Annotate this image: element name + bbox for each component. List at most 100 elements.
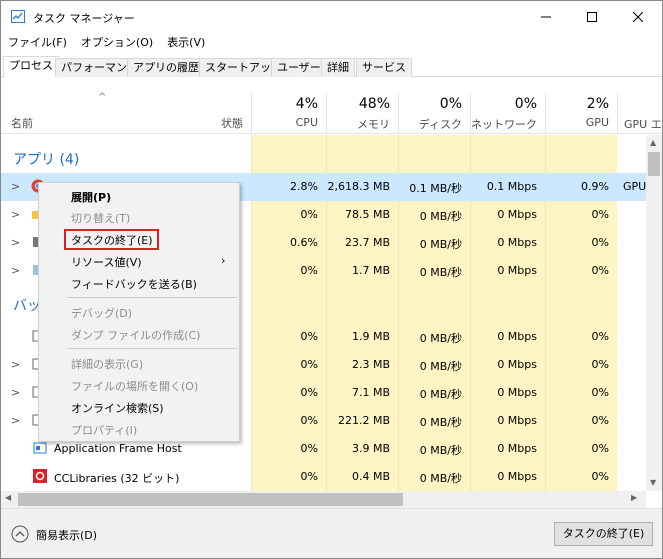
tab-app-history[interactable]: アプリの履歴 xyxy=(127,58,205,77)
menu-item-feedback[interactable]: フィードバックを送る(B) xyxy=(71,276,197,292)
scroll-down-icon[interactable]: ▼ xyxy=(650,478,656,487)
column-disk[interactable]: 0% ディスク xyxy=(398,92,470,134)
row-cpu: 0% xyxy=(300,470,318,483)
tab-strip: プロセス パフォーマンス アプリの履歴 スタートアップ ユーザー 詳細 サービス xyxy=(1,56,662,78)
minimize-button[interactable] xyxy=(523,1,569,33)
cc-libraries-icon xyxy=(33,469,47,483)
menu-item-properties: プロパティ(I) xyxy=(71,424,138,437)
menu-separator xyxy=(67,297,237,298)
close-button[interactable] xyxy=(615,1,661,33)
row-network: 0 Mbps xyxy=(497,236,537,249)
row-gpu: 0% xyxy=(591,208,609,221)
scroll-up-icon[interactable]: ▲ xyxy=(650,138,656,147)
menu-item-resource-values[interactable]: リソース値(V) xyxy=(71,254,142,270)
row-network: 0.1 Mbps xyxy=(486,180,537,193)
chevron-up-circle-icon[interactable] xyxy=(11,525,29,543)
row-network: 0 Mbps xyxy=(497,330,537,343)
app-frame-icon xyxy=(33,442,47,454)
row-memory: 78.5 MB xyxy=(344,208,390,221)
row-cpu: 0% xyxy=(300,386,318,399)
menu-item-create-dump: ダンプ ファイルの作成(C) xyxy=(71,329,201,342)
row-cpu: 0% xyxy=(300,358,318,371)
menu-file[interactable]: ファイル(F) xyxy=(1,34,74,54)
row-gpu: 0% xyxy=(591,442,609,455)
network-label: ネットワーク xyxy=(471,118,537,131)
row-cpu: 2.8% xyxy=(290,180,318,193)
row-cpu: 0% xyxy=(300,208,318,221)
network-total: 0% xyxy=(514,96,537,112)
row-memory: 2,618.3 MB xyxy=(327,180,390,193)
row-memory: 221.2 MB xyxy=(337,414,390,427)
expand-chevron-icon[interactable]: > xyxy=(11,264,20,277)
menu-item-end-task[interactable]: タスクの終了(E) xyxy=(71,232,153,248)
close-icon xyxy=(633,12,643,22)
column-gpu[interactable]: 2% GPU xyxy=(545,92,617,134)
row-gpu: 0% xyxy=(591,470,609,483)
fewer-details-link[interactable]: 簡易表示(D) xyxy=(36,527,97,543)
row-gpu: 0.9% xyxy=(581,180,609,193)
tab-processes[interactable]: プロセス xyxy=(3,56,59,78)
table-row[interactable]: CCLibraries (32 ビット) 0% 0.4 MB 0 MB/秒 0 … xyxy=(1,463,646,491)
disk-label: ディスク xyxy=(418,118,462,131)
row-network: 0 Mbps xyxy=(497,358,537,371)
gpu-label: GPU xyxy=(585,116,609,129)
menu-item-expand[interactable]: 展開(P) xyxy=(71,189,111,205)
cpu-total: 4% xyxy=(295,96,318,112)
row-gpu: 0% xyxy=(591,330,609,343)
expand-chevron-icon[interactable]: > xyxy=(11,386,20,399)
group-apps[interactable]: アプリ (4) xyxy=(13,149,79,169)
row-disk: 0 MB/秒 xyxy=(419,238,462,251)
expand-chevron-icon[interactable]: > xyxy=(11,208,20,221)
column-gpu-engine[interactable]: GPU エ xyxy=(617,92,662,134)
row-cpu: 0% xyxy=(300,264,318,277)
row-disk: 0 MB/秒 xyxy=(419,210,462,223)
group-background[interactable]: バッ xyxy=(13,295,41,315)
menu-item-search-online[interactable]: オンライン検索(S) xyxy=(71,400,164,416)
menu-view[interactable]: 表示(V) xyxy=(160,34,212,54)
menu-options[interactable]: オプション(O) xyxy=(74,34,160,54)
menu-bar: ファイル(F) オプション(O) 表示(V) xyxy=(1,34,662,54)
vertical-scrollbar[interactable]: ▲ ▼ xyxy=(646,135,662,491)
context-menu: 展開(P) 切り替え(T) タスクの終了(E) リソース値(V) › フィードバ… xyxy=(38,182,240,442)
horizontal-scroll-thumb[interactable] xyxy=(18,493,403,506)
column-header: ^ 名前 状態 4% CPU 48% メモリ 0% ディスク 0% ネットワーク… xyxy=(1,78,662,134)
row-disk: 0 MB/秒 xyxy=(419,416,462,429)
disk-total: 0% xyxy=(439,96,462,112)
row-cpu: 0% xyxy=(300,414,318,427)
tab-services[interactable]: サービス xyxy=(356,58,412,77)
column-status[interactable]: 状態 xyxy=(221,115,243,131)
menu-separator xyxy=(67,348,237,349)
tab-details[interactable]: 詳細 xyxy=(321,58,355,77)
expand-chevron-icon[interactable]: > xyxy=(11,414,20,427)
column-name[interactable]: 名前 xyxy=(11,115,33,131)
task-manager-icon xyxy=(11,10,25,23)
scroll-right-icon[interactable]: ▶ xyxy=(631,493,637,502)
horizontal-scrollbar[interactable]: ◀ ▶ xyxy=(1,491,646,508)
row-gpu-engine: GPU xyxy=(623,180,647,193)
row-gpu: 0% xyxy=(591,236,609,249)
row-network: 0 Mbps xyxy=(497,386,537,399)
vertical-scroll-thumb[interactable] xyxy=(648,152,660,176)
title-bar[interactable]: タスク マネージャー xyxy=(1,1,662,33)
end-task-button[interactable]: タスクの終了(E) xyxy=(554,522,653,546)
row-network: 0 Mbps xyxy=(497,470,537,483)
expand-chevron-icon[interactable]: > xyxy=(11,180,20,193)
maximize-button[interactable] xyxy=(569,1,615,33)
gpu-total: 2% xyxy=(586,96,609,112)
expand-chevron-icon[interactable]: > xyxy=(11,236,20,249)
row-network: 0 Mbps xyxy=(497,414,537,427)
memory-total: 48% xyxy=(358,96,390,112)
row-network: 0 Mbps xyxy=(497,264,537,277)
window-title: タスク マネージャー xyxy=(33,12,135,25)
expand-chevron-icon[interactable]: > xyxy=(11,358,20,371)
row-memory: 23.7 MB xyxy=(344,236,390,249)
cpu-label: CPU xyxy=(295,116,318,129)
menu-item-debug: デバッグ(D) xyxy=(71,307,133,320)
column-memory[interactable]: 48% メモリ xyxy=(326,92,398,134)
tab-users[interactable]: ユーザー xyxy=(271,58,327,77)
row-disk: 0 MB/秒 xyxy=(419,444,462,457)
column-network[interactable]: 0% ネットワーク xyxy=(470,92,545,134)
scroll-left-icon[interactable]: ◀ xyxy=(5,493,11,502)
row-memory: 3.9 MB xyxy=(351,442,390,455)
column-cpu[interactable]: 4% CPU xyxy=(251,92,326,134)
